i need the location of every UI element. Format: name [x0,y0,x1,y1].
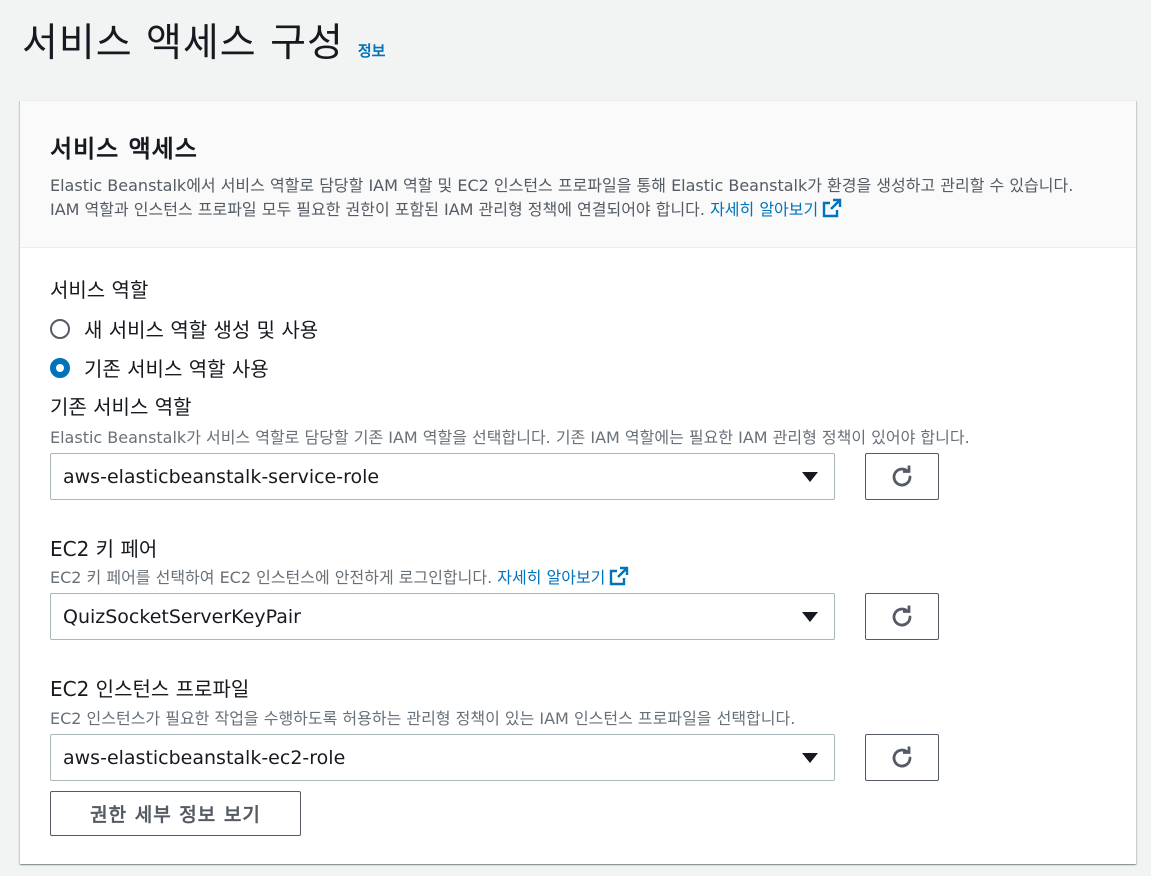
radio-label-create-new: 새 서비스 역할 생성 및 사용 [84,318,319,342]
section-description-text: Elastic Beanstalk에서 서비스 역할로 담당할 IAM 역할 및… [50,176,1074,219]
key-pair-learn-more-label: 자세히 알아보기 [497,568,606,587]
instance-profile-value: aws-elasticbeanstalk-ec2-role [63,746,346,769]
learn-more-label: 자세히 알아보기 [710,200,819,219]
external-link-icon [823,198,842,218]
key-pair-label: EC2 키 페어 [50,537,158,561]
key-pair-description: EC2 키 페어를 선택하여 EC2 인스턴스에 안전하게 로그인합니다. 자세… [50,564,629,588]
radio-create-new-role[interactable]: 새 서비스 역할 생성 및 사용 [50,314,318,343]
refresh-icon [892,465,912,486]
existing-role-select[interactable]: aws-elasticbeanstalk-service-role [50,453,835,500]
refresh-icon [892,746,912,767]
existing-role-label: 기존 서비스 역할 [50,395,192,419]
key-pair-description-text: EC2 키 페어를 선택하여 EC2 인스턴스에 안전하게 로그인합니다. [50,568,493,587]
page-header: 서비스 액세스 구성 정보 [22,12,385,68]
existing-role-description: Elastic Beanstalk가 서비스 역할로 담당할 기존 IAM 역할… [50,428,970,447]
service-access-container: 서비스 액세스 Elastic Beanstalk에서 서비스 역할로 담당할 … [20,100,1136,864]
instance-profile-select[interactable]: aws-elasticbeanstalk-ec2-role [50,734,835,781]
radio-button-unchecked[interactable] [50,318,70,339]
page-title: 서비스 액세스 구성 [22,21,344,66]
page: 서비스 액세스 구성 정보 서비스 액세스 Elastic Beanstalk에… [0,0,1151,876]
key-pair-learn-more-link[interactable]: 자세히 알아보기 [497,566,629,587]
instance-profile-description: EC2 인스턴스가 필요한 작업을 수행하도록 허용하는 관리형 정책이 있는 … [50,709,796,728]
view-permissions-button[interactable]: 권한 세부 정보 보기 [50,791,301,836]
external-link-icon [610,566,629,586]
existing-role-refresh-button[interactable] [865,453,939,500]
service-role-label: 서비스 역할 [50,278,149,302]
refresh-icon [892,605,912,626]
key-pair-select[interactable]: QuizSocketServerKeyPair [50,593,835,640]
section-description: Elastic Beanstalk에서 서비스 역할로 담당할 IAM 역할 및… [50,174,1106,222]
info-link[interactable]: 정보 [358,40,386,61]
key-pair-refresh-button[interactable] [865,593,939,640]
radio-use-existing-role[interactable]: 기존 서비스 역할 사용 [50,353,269,382]
caret-down-icon [802,471,818,482]
caret-down-icon [802,752,818,763]
key-pair-value: QuizSocketServerKeyPair [63,605,301,628]
container-header: 서비스 액세스 Elastic Beanstalk에서 서비스 역할로 담당할 … [20,101,1136,248]
learn-more-link[interactable]: 자세히 알아보기 [710,198,842,219]
instance-profile-refresh-button[interactable] [865,734,939,781]
radio-button-checked[interactable] [50,357,70,378]
radio-label-use-existing: 기존 서비스 역할 사용 [84,357,269,381]
caret-down-icon [802,611,818,622]
existing-role-value: aws-elasticbeanstalk-service-role [63,465,380,488]
section-title: 서비스 액세스 [50,135,198,163]
instance-profile-label: EC2 인스턴스 프로파일 [50,677,250,701]
